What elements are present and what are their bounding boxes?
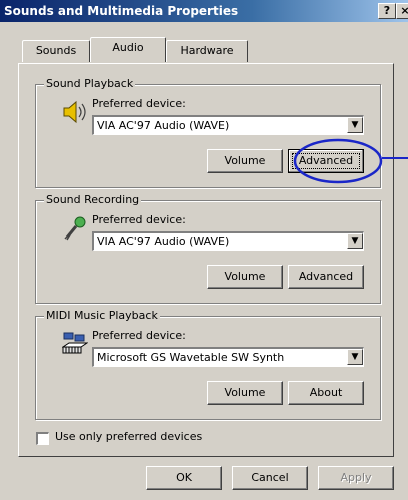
annotation-pointer-line	[382, 157, 408, 159]
recording-volume-button[interactable]: Volume	[207, 265, 283, 289]
button-label: Volume	[224, 154, 266, 167]
midi-device-select[interactable]: Microsoft GS Wavetable SW Synth ▼	[92, 347, 364, 367]
tab-hardware[interactable]: Hardware	[166, 40, 248, 62]
use-preferred-only-checkbox[interactable]	[36, 432, 49, 445]
help-button[interactable]: ?	[378, 3, 396, 19]
button-label: OK	[176, 471, 192, 484]
tab-sounds[interactable]: Sounds	[22, 40, 90, 62]
preferred-device-label: Preferred device:	[92, 329, 186, 342]
sound-recording-group: Sound Recording Preferred device: VIA AC…	[35, 193, 381, 304]
button-label: Volume	[224, 270, 266, 283]
sounds-properties-dialog: Sounds and Multimedia Properties ? × Sou…	[0, 0, 408, 500]
preferred-device-label: Preferred device:	[92, 97, 186, 110]
recording-device-select[interactable]: VIA AC'97 Audio (WAVE) ▼	[92, 231, 364, 251]
group-legend: Sound Playback	[44, 77, 136, 91]
ok-button[interactable]: OK	[146, 466, 222, 490]
midi-device-value: Microsoft GS Wavetable SW Synth	[97, 351, 285, 364]
cancel-button[interactable]: Cancel	[232, 466, 308, 490]
button-label: Volume	[224, 386, 266, 399]
button-label: Cancel	[251, 471, 289, 484]
speaker-icon	[62, 99, 88, 125]
playback-device-select[interactable]: VIA AC'97 Audio (WAVE) ▼	[92, 115, 364, 135]
tab-audio[interactable]: Audio	[90, 37, 166, 62]
playback-device-value: VIA AC'97 Audio (WAVE)	[97, 119, 230, 132]
chevron-down-icon[interactable]: ▼	[347, 117, 363, 133]
midi-about-button[interactable]: About	[288, 381, 364, 405]
microphone-icon	[62, 215, 88, 241]
audio-tab-panel: Sound Playback Preferred device: VIA AC'…	[18, 63, 394, 457]
midi-playback-group: MIDI Music Playback Preferred device: Mi…	[35, 309, 381, 420]
apply-button[interactable]: Apply	[318, 466, 394, 490]
close-button[interactable]: ×	[396, 3, 408, 19]
chevron-down-icon[interactable]: ▼	[347, 349, 363, 365]
group-legend: Sound Recording	[44, 193, 142, 207]
playback-volume-button[interactable]: Volume	[207, 149, 283, 173]
recording-advanced-button[interactable]: Advanced	[288, 265, 364, 289]
title-bar: Sounds and Multimedia Properties ? ×	[0, 0, 408, 22]
button-label: About	[309, 386, 343, 399]
group-legend: MIDI Music Playback	[44, 309, 160, 323]
preferred-device-label: Preferred device:	[92, 213, 186, 226]
window-title: Sounds and Multimedia Properties	[4, 4, 239, 18]
use-preferred-only-label[interactable]: Use only preferred devices	[55, 430, 202, 444]
recording-device-value: VIA AC'97 Audio (WAVE)	[97, 235, 230, 248]
annotation-ellipse	[293, 138, 383, 184]
button-label: Apply	[340, 471, 372, 484]
button-label: Advanced	[298, 270, 354, 283]
chevron-down-icon[interactable]: ▼	[347, 233, 363, 249]
midi-keyboard-icon	[61, 331, 89, 357]
midi-volume-button[interactable]: Volume	[207, 381, 283, 405]
